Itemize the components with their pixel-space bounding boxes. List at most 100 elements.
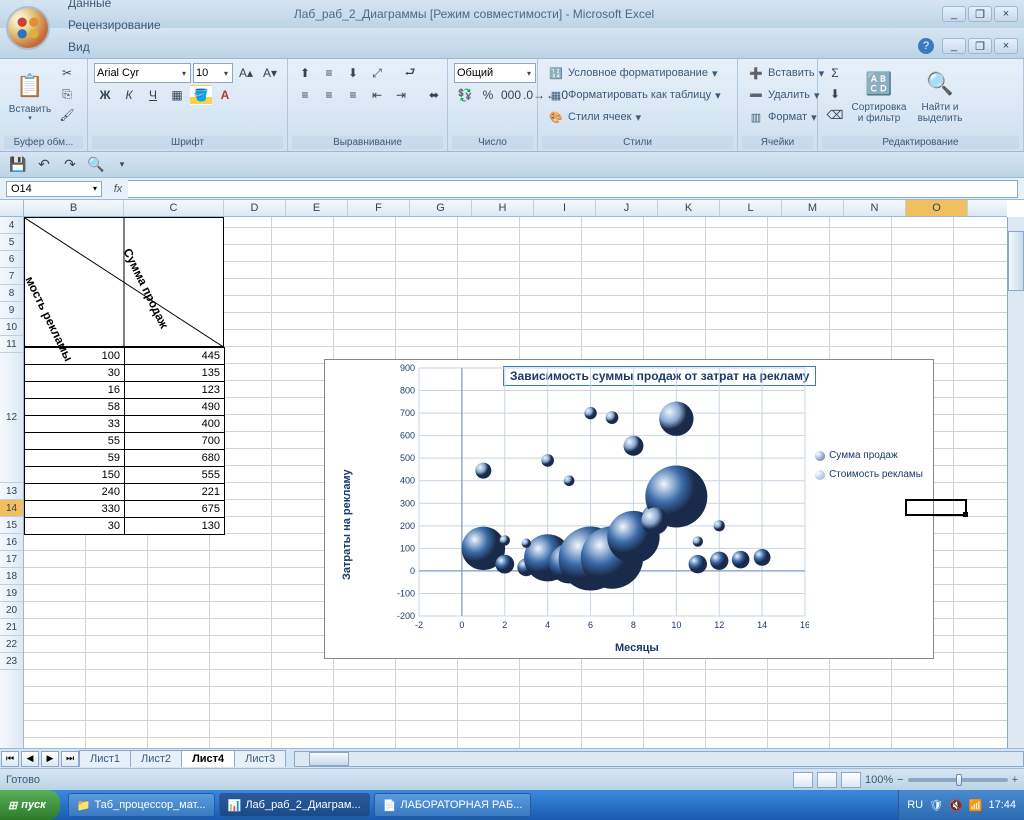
row-header[interactable]: 18 xyxy=(0,568,23,585)
zoom-out-button[interactable]: − xyxy=(897,774,903,786)
row-header[interactable]: 14 xyxy=(0,500,23,517)
table-cell[interactable]: 400 xyxy=(125,416,225,433)
table-cell[interactable]: 240 xyxy=(25,484,125,501)
format-cells-button[interactable]: ▥Формат▾ xyxy=(744,107,821,127)
align-top-button[interactable]: ⬆ xyxy=(294,63,316,83)
table-cell[interactable]: 55 xyxy=(25,433,125,450)
clock[interactable]: 17:44 xyxy=(988,799,1016,811)
table-cell[interactable]: 16 xyxy=(25,382,125,399)
row-header[interactable]: 5 xyxy=(0,234,23,251)
row-header[interactable]: 7 xyxy=(0,268,23,285)
table-cell[interactable]: 59 xyxy=(25,450,125,467)
formula-input[interactable] xyxy=(128,180,1018,198)
orientation-button[interactable]: ⤢ xyxy=(366,63,388,83)
column-header[interactable]: O xyxy=(906,200,968,216)
column-header[interactable]: B xyxy=(24,200,124,216)
column-header[interactable]: G xyxy=(410,200,472,216)
row-header[interactable]: 23 xyxy=(0,653,23,670)
find-select-button[interactable]: 🔍 Найти и выделить xyxy=(912,63,968,129)
tray-icon[interactable]: 🛡 xyxy=(929,799,943,812)
fill-color-button[interactable]: 🪣 xyxy=(190,85,212,105)
last-sheet-button[interactable]: ⏭ xyxy=(61,751,79,767)
print-preview-button[interactable]: 🔍 xyxy=(86,155,106,175)
start-button[interactable]: ⊞ пуск xyxy=(0,790,60,820)
italic-button[interactable]: К xyxy=(118,85,140,105)
decrease-font-button[interactable]: A▾ xyxy=(259,63,281,83)
wrap-text-button[interactable]: ⮐ xyxy=(390,63,430,83)
normal-view-button[interactable] xyxy=(793,772,813,788)
clear-button[interactable]: ⌫ xyxy=(824,105,846,125)
font-name-combo[interactable]: Arial Cyr▾ xyxy=(94,63,191,83)
ribbon-tab-Рецензирование[interactable]: Рецензирование xyxy=(56,14,189,36)
ribbon-tab-Данные[interactable]: Данные xyxy=(56,0,189,14)
zoom-slider[interactable] xyxy=(908,778,1008,782)
row-header[interactable]: 12 xyxy=(0,353,23,483)
zoom-in-button[interactable]: + xyxy=(1012,774,1018,786)
column-header[interactable]: H xyxy=(472,200,534,216)
table-cell[interactable]: 30 xyxy=(25,518,125,535)
sort-filter-button[interactable]: 🔠 Сортировка и фильтр xyxy=(848,63,910,129)
underline-button[interactable]: Ч xyxy=(142,85,164,105)
delete-cells-button[interactable]: ➖Удалить▾ xyxy=(744,85,824,105)
help-icon[interactable]: ? xyxy=(918,38,934,54)
page-break-view-button[interactable] xyxy=(841,772,861,788)
number-format-combo[interactable]: Общий▾ xyxy=(454,63,536,83)
tray-icon[interactable]: 📶 xyxy=(969,799,983,812)
percent-button[interactable]: % xyxy=(477,85,499,105)
table-cell[interactable]: 58 xyxy=(25,399,125,416)
row-header[interactable]: 22 xyxy=(0,636,23,653)
select-all-button[interactable] xyxy=(0,200,24,217)
worksheet-area[interactable]: BCDEFGHIJKLMNO 4567891011121314151617181… xyxy=(0,200,1024,748)
sheet-tab[interactable]: Лист4 xyxy=(181,750,235,767)
font-size-combo[interactable]: 10▾ xyxy=(193,63,233,83)
column-header[interactable]: D xyxy=(224,200,286,216)
maximize-button[interactable]: ❐ xyxy=(968,6,992,22)
table-cell[interactable]: 135 xyxy=(125,365,225,382)
row-header[interactable]: 15 xyxy=(0,517,23,534)
row-header[interactable]: 10 xyxy=(0,319,23,336)
row-header[interactable]: 9 xyxy=(0,302,23,319)
bold-button[interactable]: Ж xyxy=(94,85,116,105)
page-layout-view-button[interactable] xyxy=(817,772,837,788)
first-sheet-button[interactable]: ⏮ xyxy=(1,751,19,767)
vertical-scrollbar[interactable] xyxy=(1007,217,1024,748)
font-color-button[interactable]: A xyxy=(214,85,236,105)
table-cell[interactable]: 30 xyxy=(25,365,125,382)
fill-button[interactable]: ⬇ xyxy=(824,84,846,104)
increase-font-button[interactable]: A▴ xyxy=(235,63,257,83)
sheet-tab[interactable]: Лист3 xyxy=(234,750,286,767)
table-cell[interactable]: 490 xyxy=(125,399,225,416)
taskbar-button[interactable]: 📁Таб_процессор_мат... xyxy=(68,793,215,817)
align-center-button[interactable]: ≡ xyxy=(318,85,340,105)
column-header[interactable]: E xyxy=(286,200,348,216)
scrollbar-thumb[interactable] xyxy=(309,752,349,766)
office-button[interactable] xyxy=(6,6,50,50)
close-button[interactable]: × xyxy=(994,6,1018,22)
cells-grid[interactable]: мость рекламы Сумма продаж 1004453013516… xyxy=(24,217,1007,748)
undo-button[interactable]: ↶ xyxy=(34,155,54,175)
paste-button[interactable]: 📋 Вставить▾ xyxy=(6,63,54,129)
conditional-formatting-button[interactable]: 🔢Условное форматирование ▾ xyxy=(544,63,721,83)
next-sheet-button[interactable]: ▶ xyxy=(41,751,59,767)
table-cell[interactable]: 680 xyxy=(125,450,225,467)
decrease-indent-button[interactable]: ⇤ xyxy=(366,85,388,105)
row-header[interactable]: 4 xyxy=(0,217,23,234)
table-cell[interactable]: 700 xyxy=(125,433,225,450)
row-header[interactable]: 16 xyxy=(0,534,23,551)
column-header[interactable]: I xyxy=(534,200,596,216)
autosum-button[interactable]: Σ xyxy=(824,63,846,83)
fx-button[interactable]: fx xyxy=(108,183,128,195)
minimize-button[interactable]: _ xyxy=(942,6,966,22)
chart-object[interactable]: Зависимость суммы продаж от затрат на ре… xyxy=(324,359,934,659)
taskbar-button[interactable]: 📊Лаб_раб_2_Диаграм... xyxy=(219,793,370,817)
column-header[interactable]: M xyxy=(782,200,844,216)
table-cell[interactable]: 221 xyxy=(125,484,225,501)
scrollbar-thumb[interactable] xyxy=(1008,231,1024,291)
sheet-tab[interactable]: Лист1 xyxy=(79,750,131,767)
row-header[interactable]: 8 xyxy=(0,285,23,302)
language-indicator[interactable]: RU xyxy=(907,799,923,811)
row-header[interactable]: 19 xyxy=(0,585,23,602)
prev-sheet-button[interactable]: ◀ xyxy=(21,751,39,767)
border-button[interactable]: ▦ xyxy=(166,85,188,105)
horizontal-scrollbar[interactable] xyxy=(294,751,1024,767)
